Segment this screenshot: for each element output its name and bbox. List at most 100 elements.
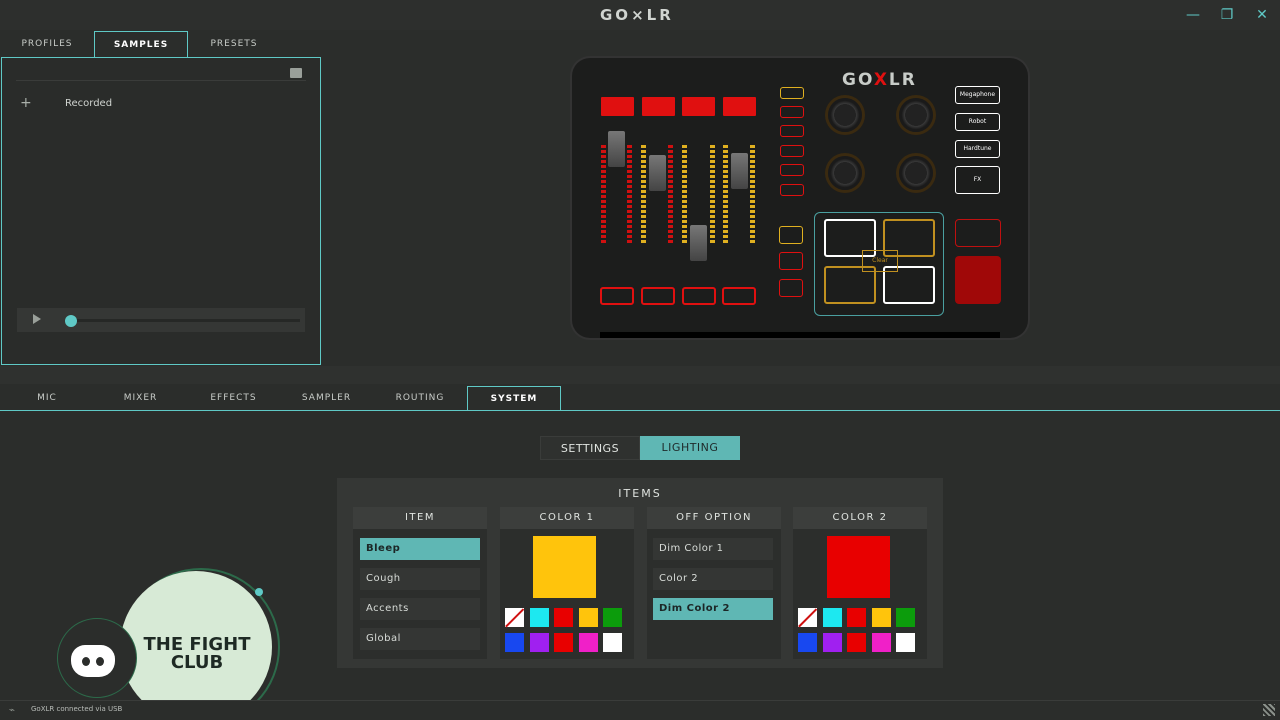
level-meter bbox=[723, 145, 728, 245]
device-base bbox=[600, 332, 1000, 338]
level-meter bbox=[750, 145, 755, 245]
off-dim-color-2[interactable]: Dim Color 2 bbox=[653, 598, 773, 620]
preset-button-3[interactable] bbox=[780, 125, 804, 137]
palette-swatch[interactable] bbox=[896, 633, 915, 652]
items-title: ITEMS bbox=[618, 487, 662, 500]
palette-swatch[interactable] bbox=[603, 608, 622, 627]
tab-mixer[interactable]: MIXER bbox=[94, 386, 187, 411]
item-accents[interactable]: Accents bbox=[360, 598, 480, 620]
restore-button[interactable]: ❐ bbox=[1214, 4, 1240, 26]
fader-2[interactable] bbox=[649, 155, 666, 191]
megaphone-button[interactable]: Megaphone bbox=[955, 86, 1000, 104]
sampler-bank-c[interactable] bbox=[779, 279, 803, 297]
tab-system[interactable]: SYSTEM bbox=[467, 386, 561, 411]
preset-button-2[interactable] bbox=[780, 106, 804, 118]
palette-swatch[interactable] bbox=[798, 633, 817, 652]
tab-sampler[interactable]: SAMPLER bbox=[280, 386, 373, 411]
palette-swatch[interactable] bbox=[896, 608, 915, 627]
sampler-bank-a[interactable] bbox=[779, 226, 803, 244]
settings-toggle[interactable]: SETTINGS bbox=[540, 436, 640, 460]
fader-4[interactable] bbox=[731, 153, 748, 189]
fader-3[interactable] bbox=[690, 225, 707, 261]
item-cough[interactable]: Cough bbox=[360, 568, 480, 590]
preset-button-1[interactable] bbox=[780, 87, 804, 99]
connection-status: GoXLR connected via USB bbox=[31, 705, 123, 713]
mute-button-4[interactable] bbox=[722, 287, 756, 305]
palette-swatch[interactable] bbox=[578, 633, 598, 652]
folder-icon[interactable] bbox=[290, 68, 302, 78]
preset-button-6[interactable] bbox=[780, 184, 804, 196]
panel-divider bbox=[0, 366, 1280, 384]
off-dim-color-1[interactable]: Dim Color 1 bbox=[653, 538, 773, 560]
sample-item-recorded[interactable]: Recorded bbox=[65, 98, 112, 109]
robot-button[interactable]: Robot bbox=[955, 113, 1000, 131]
lighting-toggle[interactable]: LIGHTING bbox=[640, 436, 740, 460]
preset-button-5[interactable] bbox=[780, 164, 804, 176]
top-tabs: PROFILES SAMPLES PRESETS bbox=[0, 31, 321, 57]
bleep-button[interactable] bbox=[955, 219, 1001, 247]
play-icon[interactable] bbox=[33, 314, 41, 324]
palette-swatch[interactable] bbox=[554, 608, 573, 627]
fx-button[interactable]: FX bbox=[955, 166, 1000, 194]
overlay-dot bbox=[255, 588, 263, 596]
tab-effects[interactable]: EFFECTS bbox=[187, 386, 280, 411]
color2-swatch[interactable] bbox=[827, 536, 890, 598]
color1-swatch[interactable] bbox=[533, 536, 596, 598]
gender-knob[interactable] bbox=[899, 156, 933, 190]
level-meter bbox=[641, 145, 646, 245]
app-title: GO⨯LR bbox=[600, 6, 674, 24]
palette-swatch[interactable] bbox=[603, 633, 622, 652]
sampler-bank-b[interactable] bbox=[779, 252, 803, 270]
tab-routing[interactable]: ROUTING bbox=[373, 386, 467, 411]
mute-button-3[interactable] bbox=[682, 287, 716, 305]
hardtune-button[interactable]: Hardtune bbox=[955, 140, 1000, 158]
fader-1[interactable] bbox=[608, 131, 625, 167]
tab-profiles[interactable]: PROFILES bbox=[0, 31, 94, 57]
palette-swatch[interactable] bbox=[822, 633, 842, 652]
channel-screen-2[interactable] bbox=[642, 97, 675, 116]
palette-swatch[interactable] bbox=[529, 633, 549, 652]
off-color-2[interactable]: Color 2 bbox=[653, 568, 773, 590]
pitch-knob[interactable] bbox=[899, 98, 933, 132]
channel-screen-3[interactable] bbox=[682, 97, 715, 116]
palette-swatch[interactable] bbox=[871, 633, 891, 652]
no-color-swatch[interactable] bbox=[505, 608, 524, 627]
palette-swatch[interactable] bbox=[847, 608, 866, 627]
cough-button[interactable] bbox=[955, 256, 1001, 304]
palette-swatch[interactable] bbox=[847, 633, 866, 652]
tab-mic[interactable]: MIC bbox=[0, 386, 94, 411]
color2-header: COLOR 2 bbox=[793, 507, 927, 529]
echo-knob[interactable] bbox=[828, 156, 862, 190]
seek-thumb[interactable] bbox=[65, 315, 77, 327]
item-header: ITEM bbox=[353, 507, 487, 529]
seek-track[interactable] bbox=[68, 319, 300, 322]
palette-swatch[interactable] bbox=[505, 633, 524, 652]
item-global[interactable]: Global bbox=[360, 628, 480, 650]
palette-swatch[interactable] bbox=[529, 608, 549, 627]
no-color-swatch[interactable] bbox=[798, 608, 817, 627]
reverb-knob[interactable] bbox=[828, 98, 862, 132]
level-meter bbox=[710, 145, 715, 245]
palette-swatch[interactable] bbox=[554, 633, 573, 652]
palette-swatch[interactable] bbox=[871, 608, 891, 627]
clear-button[interactable]: Clear bbox=[862, 250, 898, 272]
close-button[interactable]: ✕ bbox=[1249, 4, 1275, 26]
preset-button-4[interactable] bbox=[780, 145, 804, 157]
channel-screen-4[interactable] bbox=[723, 97, 756, 116]
color1-header: COLOR 1 bbox=[500, 507, 634, 529]
mute-button-2[interactable] bbox=[641, 287, 675, 305]
mute-button-1[interactable] bbox=[600, 287, 634, 305]
discord-icon bbox=[71, 645, 115, 677]
palette-swatch[interactable] bbox=[578, 608, 598, 627]
tab-samples[interactable]: SAMPLES bbox=[94, 31, 188, 57]
resize-grip-icon[interactable] bbox=[1263, 704, 1275, 716]
item-bleep[interactable]: Bleep bbox=[360, 538, 480, 560]
level-meter bbox=[601, 145, 606, 245]
palette-swatch[interactable] bbox=[822, 608, 842, 627]
tab-presets[interactable]: PRESETS bbox=[188, 31, 280, 57]
minimize-button[interactable]: — bbox=[1180, 4, 1206, 26]
channel-screen-1[interactable] bbox=[601, 97, 634, 116]
club-name: THE FIGHT CLUB bbox=[143, 634, 251, 673]
plus-icon[interactable]: + bbox=[20, 95, 32, 111]
status-bar bbox=[0, 700, 1280, 720]
